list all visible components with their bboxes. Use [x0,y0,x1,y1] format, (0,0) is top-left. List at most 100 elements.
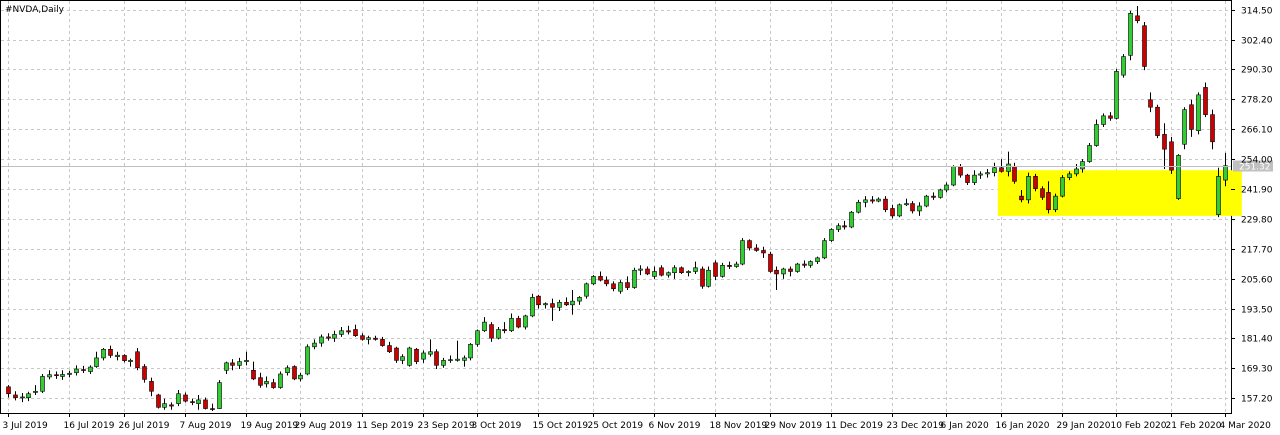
candle-body-bull [67,372,72,375]
candle-body-bear [999,167,1004,172]
candle-body-bear [1210,114,1215,143]
candle-body-bull [448,359,453,361]
candle-body-bear [1019,195,1024,201]
candle-body-bull [584,283,589,297]
candle-body-bear [6,386,11,395]
candle-body-bull [822,240,827,259]
candle-body-bull [666,272,671,276]
candle-body-bull [509,318,514,332]
candle-body-bull [237,361,242,366]
candle-body-bear [679,267,684,274]
candle-body-bear [536,295,541,306]
candle-body-bull [972,174,977,183]
candle-body-bear [1040,188,1045,198]
candle-body-bull [162,403,167,408]
x-tick-label: 11 Sep 2019 [357,421,414,431]
candle-body-bear [210,408,215,410]
candle-body-bear [931,195,936,198]
candle-body-bull [577,297,582,302]
candle-body-bear [1033,176,1038,190]
candle-body-bull [428,351,433,355]
candle-body-bull [115,354,120,357]
candle-body-bear [489,324,494,339]
candle-body-bear [1155,106,1160,136]
candle-body-bear [271,382,276,388]
candle-body-bear [958,166,963,176]
candle-body-bull [951,166,956,186]
x-tick-label: 10 Feb 2020 [1111,421,1167,431]
candle-body-bear [1189,104,1194,130]
candle-body-bull [897,204,902,217]
candle-body-bull [720,264,725,277]
candle-body-bull [101,348,106,359]
candle-body-bull [496,329,501,339]
x-tick-label: 6 Jan 2020 [941,421,989,431]
candle-body-bull [88,366,93,372]
y-tick-label: 169.30 [1241,365,1273,375]
candle-body-bear [292,366,297,380]
candle-body-bear [774,269,779,275]
candle-body-bull [904,203,909,206]
x-tick-label: 3 Jul 2019 [3,421,48,431]
candle-body-bear [761,250,766,254]
candle-body-bull [652,271,657,277]
candle-body-bear [1203,87,1208,115]
candle-body-bull [74,368,79,374]
candle-body-bear [380,339,385,346]
candle-body-bull [224,362,229,371]
candle-body-bull [285,367,290,374]
y-tick-label: 314.50 [1241,7,1273,17]
candle-body-bull [1026,176,1031,201]
candle-body-bull [944,184,949,191]
candle-body-bull [26,393,31,398]
candle-body-bear [516,318,521,328]
candle-body-bull [693,267,698,272]
candle-body-bear [754,247,759,251]
candle-body-bull [278,373,283,388]
candle-body-bull [1223,165,1228,181]
y-tick-label: 217.70 [1241,246,1273,256]
candle-body-bull [849,211,854,228]
candle-body-bull [1067,173,1072,178]
candle-body-bull [455,358,460,361]
candle-body-bear [1046,192,1051,211]
x-tick-label: 15 Oct 2019 [533,421,589,431]
candle-body-bear [727,264,732,267]
candle-body-bull [400,356,405,361]
candle-body-bear [802,263,807,266]
x-tick-label: 29 Jan 2020 [1057,421,1111,431]
candle-body-bear [842,225,847,228]
candle-body-bull [815,257,820,262]
candle-body-bull [672,267,677,274]
candle-body-bull [1080,161,1085,170]
candle-body-bull [706,269,711,287]
candle-body-bear [604,279,609,285]
candlestick-chart[interactable]: 251.32 157.20169.30181.40193.50205.60217… [0,0,1280,435]
candle-body-bull [992,167,997,173]
candle-body-bear [502,329,507,332]
candle-body-bull [985,172,990,175]
y-tick-label: 157.20 [1241,395,1273,405]
candle-body-bear [387,345,392,353]
candle-body-bear [394,347,399,361]
candle-body-bear [1148,99,1153,108]
x-tick-label: 23 Sep 2019 [418,421,475,431]
candle-body-bull [339,330,344,335]
candle-body-bull [298,374,303,380]
candle-body-bear [108,348,113,356]
candle-body-bull [196,399,201,404]
candle-body-bull [1087,145,1092,162]
candle-body-bull [740,240,745,265]
candle-body-bear [1135,15,1140,22]
y-tick-label: 302.40 [1241,37,1273,47]
y-tick-label: 229.80 [1241,216,1273,226]
candle-body-bear [870,199,875,202]
candle-body-bull [305,346,310,375]
candle-body-bull [632,269,637,288]
candle-body-bull [795,263,800,272]
candle-body-bull [441,360,446,366]
candle-body-bull [1176,155,1181,199]
candle-body-bull [475,330,480,345]
candle-body-bull [638,268,643,271]
x-tick-label: 23 Dec 2019 [887,421,945,431]
